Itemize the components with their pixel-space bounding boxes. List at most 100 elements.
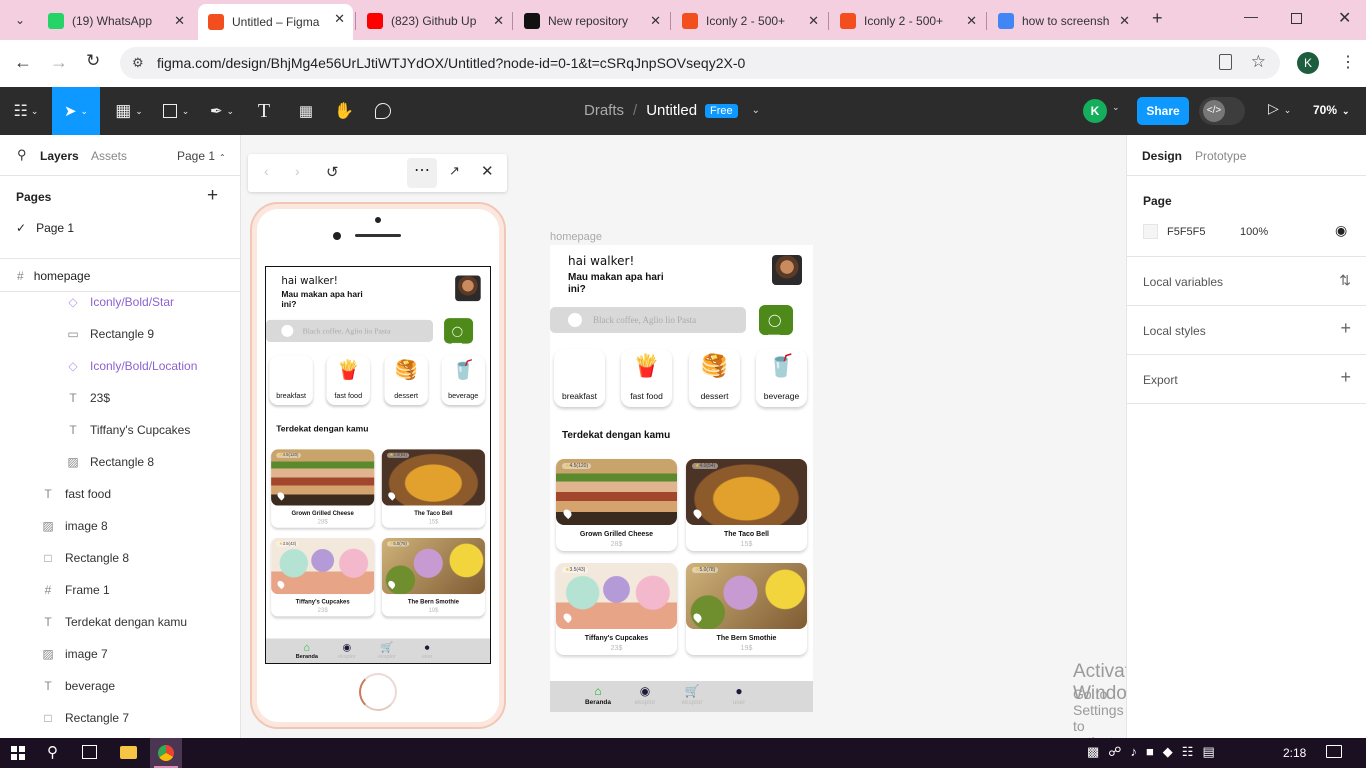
- bookmark-star-icon[interactable]: ☆: [1251, 52, 1266, 72]
- notifications-icon[interactable]: [1326, 745, 1342, 758]
- frame-label[interactable]: homepage: [550, 231, 602, 243]
- tab-close-icon[interactable]: ✕: [334, 11, 345, 27]
- layer-row[interactable]: ▭ Rectangle 9: [0, 318, 240, 350]
- browser-tab[interactable]: Untitled – Figma ✕: [198, 4, 353, 40]
- layer-row[interactable]: □ Rectangle 7: [0, 702, 240, 734]
- preview-restart-icon[interactable]: ↺: [326, 163, 339, 181]
- avatar[interactable]: [772, 255, 802, 285]
- user-avatar[interactable]: K: [1083, 99, 1107, 123]
- close-window-icon[interactable]: ✕: [1338, 8, 1351, 28]
- start-icon[interactable]: [11, 746, 25, 760]
- search-icon[interactable]: ⚲: [47, 743, 58, 761]
- food-card[interactable]: ★4.5(120) Grown Grilled Cheese 28$: [271, 449, 375, 528]
- browser-tab[interactable]: Iconly 2 - 500+ ✕: [672, 6, 827, 36]
- preview-more-icon[interactable]: ⋯: [407, 158, 437, 188]
- resources-tool-icon[interactable]: ▦: [296, 99, 316, 123]
- layer-row[interactable]: # Frame 1: [0, 574, 240, 606]
- browser-tab[interactable]: (823) Github Up ✕: [357, 6, 512, 36]
- layer-row[interactable]: ▨ Rectangle 8: [0, 446, 240, 478]
- minimize-icon[interactable]: —: [1244, 8, 1258, 24]
- layer-row[interactable]: □ Rectangle 8: [0, 542, 240, 574]
- add-page-icon[interactable]: +: [207, 185, 218, 207]
- file-explorer-icon[interactable]: [120, 746, 137, 759]
- layer-row[interactable]: T Tiffany's Cupcakes: [0, 414, 240, 446]
- nav-item-eksplor[interactable]: ◉ eksplor: [625, 683, 665, 706]
- category-card[interactable]: 🥞 dessert: [384, 355, 428, 406]
- new-tab-icon[interactable]: +: [1152, 8, 1163, 29]
- layer-row[interactable]: Tfast food: [0, 478, 240, 510]
- local-styles-section[interactable]: Local styles +: [1127, 306, 1366, 355]
- preview-close-icon[interactable]: ✕: [481, 162, 494, 180]
- search-input[interactable]: Black coffee, Aglio lio Pasta: [550, 307, 746, 333]
- search-input[interactable]: Black coffee, Aglio lio Pasta: [266, 319, 433, 342]
- file-name[interactable]: Untitled: [646, 102, 697, 119]
- page-item[interactable]: ✓ Page 1: [16, 221, 74, 235]
- avatar[interactable]: [455, 275, 481, 302]
- category-card[interactable]: 🍟 fast food: [621, 349, 672, 407]
- shape-tool-icon[interactable]: ⌄: [160, 99, 192, 123]
- forward-icon[interactable]: →: [50, 52, 68, 73]
- present-icon[interactable]: ▷ ⌄: [1268, 100, 1291, 117]
- canvas[interactable]: ‹ › ↺ ⋯ ↗ ✕ hai walker! Mau makan apa har…: [241, 135, 1126, 738]
- bg-color-swatch[interactable]: [1143, 224, 1158, 239]
- preview-back-icon[interactable]: ‹: [264, 163, 269, 179]
- tab-close-icon[interactable]: ✕: [966, 13, 977, 29]
- layer-row[interactable]: ▨ image 8: [0, 510, 240, 542]
- food-card[interactable]: ★3.5(43) Tiffany's Cupcakes 23$: [271, 537, 375, 617]
- move-tool-button[interactable]: ➤ ⌄: [52, 87, 100, 135]
- tab-close-icon[interactable]: ✕: [1119, 13, 1130, 29]
- add-style-icon[interactable]: +: [1340, 318, 1351, 339]
- category-card[interactable]: 🍟 fast food: [326, 355, 370, 406]
- zoom-level[interactable]: 70% ⌄: [1313, 103, 1350, 117]
- food-card[interactable]: ★5.0(78) The Bern Smothie 19$: [381, 537, 485, 617]
- tab-close-icon[interactable]: ✕: [650, 13, 661, 29]
- nav-item-Beranda[interactable]: ⌂ Beranda: [578, 683, 618, 706]
- layer-row[interactable]: Tbeverage: [0, 670, 240, 702]
- frame-tool-icon[interactable]: ▦ ⌄: [113, 99, 145, 123]
- category-card[interactable]: breakfast: [554, 349, 605, 407]
- nav-item-user[interactable]: ● user: [410, 640, 444, 660]
- category-card[interactable]: 🥤 beverage: [756, 349, 807, 407]
- tab-prototype[interactable]: Prototype: [1195, 149, 1246, 163]
- nav-item-eksplor-2[interactable]: 🛒 eksplor: [370, 640, 404, 660]
- add-export-icon[interactable]: +: [1340, 367, 1351, 388]
- food-card[interactable]: ★4.0(54) The Taco Bell 15$: [686, 459, 807, 551]
- layer-row[interactable]: ◇ Iconly/Bold/Star: [0, 286, 240, 318]
- filter-button[interactable]: ◯—: [759, 305, 793, 341]
- category-card[interactable]: 🥞 dessert: [689, 349, 740, 407]
- nav-item-Beranda[interactable]: ⌂ Beranda: [290, 640, 324, 660]
- layer-row[interactable]: ▨ image 7: [0, 638, 240, 670]
- layer-row[interactable]: ◇ Iconly/Bold/Location: [0, 350, 240, 382]
- preview-open-external-icon[interactable]: ↗: [449, 163, 460, 179]
- filter-button[interactable]: ◯—: [444, 318, 474, 349]
- page-selector[interactable]: Page 1 ⌃: [177, 149, 226, 163]
- file-menu-chevron-icon[interactable]: ⌄: [752, 105, 760, 116]
- local-variables-section[interactable]: Local variables ⇅: [1127, 257, 1366, 306]
- homepage-frame[interactable]: hai walker! Mau makan apa hari ini? Black …: [550, 245, 813, 712]
- chrome-taskbar-button[interactable]: [150, 738, 182, 768]
- browser-tab[interactable]: New repository ✕: [514, 6, 669, 36]
- bg-color-hex[interactable]: F5F5F5: [1167, 226, 1206, 238]
- browser-tab[interactable]: how to screensh ✕: [988, 6, 1138, 36]
- browser-menu-icon[interactable]: ⋮: [1340, 52, 1356, 72]
- nav-item-user[interactable]: ● user: [719, 683, 759, 706]
- reload-icon[interactable]: ↻: [86, 51, 100, 71]
- bg-opacity[interactable]: 100%: [1240, 226, 1268, 238]
- tab-close-icon[interactable]: ✕: [493, 13, 504, 29]
- restore-icon[interactable]: [1291, 13, 1302, 24]
- phone-home-button[interactable]: [359, 673, 397, 711]
- site-info-icon[interactable]: ⚙: [132, 55, 144, 71]
- share-button[interactable]: Share: [1137, 97, 1189, 125]
- omnibox[interactable]: ⚙ figma.com/design/BhjMg4e56UrLJtiWTJYdO…: [120, 47, 1280, 79]
- drafts-link[interactable]: Drafts: [584, 102, 624, 119]
- main-menu-icon[interactable]: ☷ ⌄: [12, 99, 40, 123]
- comment-tool-icon[interactable]: [373, 99, 393, 123]
- layer-row[interactable]: T 23$: [0, 382, 240, 414]
- avatar-chevron-icon[interactable]: ⌄: [1112, 102, 1120, 113]
- food-card[interactable]: ★3.5(43) Tiffany's Cupcakes 23$: [556, 563, 677, 655]
- nav-item-eksplor[interactable]: ◉ eksplor: [330, 640, 364, 660]
- tab-design[interactable]: Design: [1142, 149, 1182, 163]
- task-view-icon[interactable]: [82, 745, 97, 759]
- tab-close-icon[interactable]: ✕: [174, 13, 185, 29]
- clock[interactable]: 2:18: [1283, 746, 1306, 760]
